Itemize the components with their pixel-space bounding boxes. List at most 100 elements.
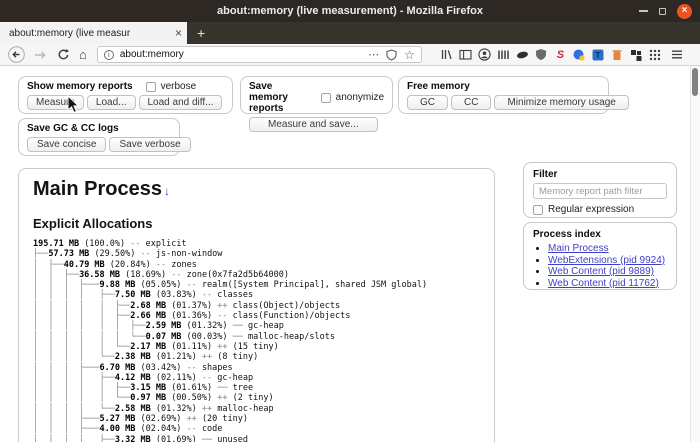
anonymize-label[interactable]: anonymize [336,92,384,103]
regex-label[interactable]: Regular expression [548,204,634,215]
process-index-item: Web Content (pid 11762) [548,278,667,290]
ext-pipes-icon[interactable] [497,48,510,61]
process-link[interactable]: Web Content (pid 9889) [548,266,654,277]
tree-line[interactable]: │ │ │ │ └──2.38 MB (01.21%) ++ (8 tiny) [33,352,480,362]
tree-line[interactable]: │ ├──40.79 MB (20.84%) -- zones [33,260,480,270]
mouse-cursor [67,94,80,119]
main-process-section: Main Process ↓ Explicit Allocations 195.7… [18,168,495,442]
tree-line[interactable]: │ │ │ │ └──2.58 MB (01.32%) ++ malloc-he… [33,404,480,414]
tab-about-memory[interactable]: about:memory (live measur × [0,22,187,44]
ext-shield-icon[interactable] [535,48,548,61]
tree-line[interactable]: │ │ │ │ │ └──2.17 MB (01.11%) ++ (15 tin… [33,342,480,352]
filter-title: Filter [533,169,558,180]
show-panel-button[interactable]: Load... [86,95,136,110]
logs-buttons: Save concise Save verbose [27,137,191,152]
page-info-icon[interactable]: i [103,49,114,60]
tree-line[interactable]: │ │ │ ├───6.70 MB (03.42%) -- shapes [33,363,480,373]
process-index-panel: Process index Main ProcessWebExtensions … [523,222,677,290]
show-memory-reports-title: Show memory reports [27,81,133,92]
url-bar[interactable]: i about:memory ⋯ ☆ [96,46,422,63]
tree-line[interactable]: │ │ ├──36.58 MB (18.69%) -- zone(0x7fa2d… [33,270,480,280]
regex-checkbox[interactable] [533,204,543,215]
free-panel-button[interactable]: GC [407,95,448,110]
explicit-allocations-heading: Explicit Allocations [33,216,153,231]
tree-line[interactable]: ├──57.73 MB (29.50%) -- js-non-window [33,249,480,259]
show-buttons: Measure Load... Load and diff... [27,95,224,110]
scrollbar-thumb[interactable] [692,68,698,96]
window-titlebar[interactable]: about:memory (live measurement) - Mozill… [0,0,700,22]
free-memory-panel: Free memory GC CC Minimize memory usage [398,76,629,114]
menu-icon[interactable] [670,48,684,61]
minimize-icon[interactable] [639,10,648,12]
main-process-heading: Main Process [33,178,162,200]
process-index-item: Web Content (pid 9889) [548,266,667,278]
process-link[interactable]: WebExtensions (pid 9924) [548,255,665,266]
tree-line[interactable]: │ │ │ ├───5.27 MB (02.69%) ++ (20 tiny) [33,414,480,424]
save-buttons: Measure and save... [249,117,384,132]
tree-line[interactable]: │ │ │ ├───9.88 MB (05.05%) -- realm([Sys… [33,280,480,290]
ext-drop-icon[interactable] [573,48,586,61]
tree-line[interactable]: 195.71 MB (100.0%) -- explicit [33,239,480,249]
memory-report-tree: 195.71 MB (100.0%) -- explicit ├──57.73 M… [33,239,480,442]
filter-input[interactable] [533,183,667,199]
logs-panel-button[interactable]: Save verbose [109,137,191,152]
show-panel-button[interactable]: Load and diff... [138,95,223,110]
navigation-toolbar: ⌂ i about:memory ⋯ ☆ S T [0,44,700,66]
tree-line[interactable]: │ │ │ │ ├──4.12 MB (02.11%) -- gc-heap [33,373,480,383]
page-scrollbar[interactable] [690,66,700,442]
reload-icon[interactable] [57,48,70,61]
account-icon[interactable] [478,48,491,61]
anonymize-checkbox[interactable] [320,92,331,103]
close-icon[interactable]: × [677,3,692,19]
new-tab-button[interactable]: + [187,22,215,44]
free-panel-button[interactable]: CC [451,95,492,110]
save-memory-reports-title: Save memory reports [249,81,288,114]
free-memory-title: Free memory [407,81,470,92]
logs-panel-button[interactable]: Save concise [27,137,107,152]
ext-t-icon[interactable]: T [592,48,605,61]
process-index-item: WebExtensions (pid 9924) [548,255,667,267]
shield-check-icon[interactable] [386,48,397,61]
process-link[interactable]: Web Content (pid 11762) [548,278,659,289]
process-link[interactable]: Main Process [548,243,609,254]
tree-line[interactable]: │ │ │ │ │ ├──2.68 MB (01.37%) ++ class(O… [33,301,480,311]
window-controls: × [639,0,692,22]
save-panel-button[interactable]: Measure and save... [249,117,378,132]
tree-line[interactable]: │ │ │ ├───4.00 MB (02.04%) -- code [33,424,480,434]
tab-close-icon[interactable]: × [175,27,182,39]
bookmark-star-icon[interactable]: ☆ [404,49,415,61]
ext-squares-icon[interactable] [630,48,643,61]
window-title: about:memory (live measurement) - Mozill… [217,5,483,17]
url-text[interactable]: about:memory [120,49,368,60]
ext-trash-icon[interactable] [611,48,624,61]
free-panel-button[interactable]: Minimize memory usage [494,95,629,110]
sidebar-icon[interactable] [459,48,472,61]
tree-line[interactable]: │ │ │ │ │ └──0.97 MB (00.50%) ++ (2 tiny… [33,393,480,403]
free-buttons: GC CC Minimize memory usage [407,95,629,110]
process-index-item: Main Process [548,243,667,255]
collapse-section-link[interactable]: ↓ [164,184,170,198]
process-index-list: Main ProcessWebExtensions (pid 9924)Web … [533,243,667,289]
tab-title: about:memory (live measur [9,26,172,40]
forward-icon[interactable] [33,49,47,61]
verbose-label[interactable]: verbose [161,81,197,92]
tree-line[interactable]: │ │ │ │ │ │ ├──2.59 MB (01.32%) ── gc-he… [33,321,480,331]
verbose-checkbox[interactable] [145,81,156,92]
ext-blob-icon[interactable] [516,48,529,61]
process-index-title: Process index [533,229,601,240]
ext-s-icon[interactable]: S [554,48,567,61]
home-icon[interactable]: ⌂ [79,47,87,62]
maximize-icon[interactable] [659,7,666,15]
tree-line[interactable]: │ │ │ │ │ ├──2.66 MB (01.36%) -- class(F… [33,311,480,321]
svg-text:T: T [596,50,602,60]
tree-line[interactable]: │ │ │ │ │ ├──3.15 MB (01.61%) ── tree [33,383,480,393]
ext-grid-icon[interactable] [649,48,662,61]
show-memory-reports-panel: Show memory reports verbose Measure Load.… [18,76,233,114]
tree-line[interactable]: │ │ │ │ │ │ └──0.07 MB (00.03%) ── mallo… [33,332,480,342]
page-actions-icon[interactable]: ⋯ [368,49,379,60]
tree-line[interactable]: │ │ │ │ ├──7.50 MB (03.83%) -- classes [33,290,480,300]
back-icon[interactable] [8,46,25,63]
library-icon[interactable] [440,48,453,61]
tree-line[interactable]: │ │ │ │ ├──3.32 MB (01.69%) ── unused [33,435,480,442]
save-gc-cc-logs-panel: Save GC & CC logs Save concise Save verbo… [18,118,191,156]
